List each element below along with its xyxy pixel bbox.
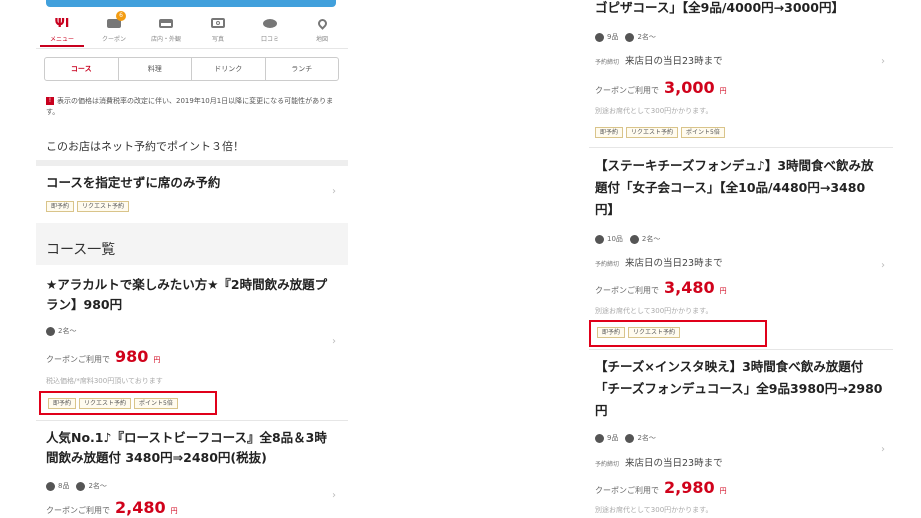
dish-icon — [46, 481, 55, 491]
course-price: 980 — [115, 347, 149, 366]
tag-instant: 即予約 — [595, 127, 624, 138]
course-title: ★アラカルトで楽しみたい方★『2時間飲み放題プラン】980円 — [46, 277, 328, 312]
row-divider — [36, 420, 348, 421]
coupon-label: クーポンご利用で — [595, 286, 659, 295]
menu-tabs: コース 料理 ドリンク ランチ — [44, 57, 339, 81]
nav-reviews[interactable]: 口コミ — [244, 14, 296, 46]
nav-map[interactable]: 地図 — [296, 14, 348, 46]
category-nav: ΨΙ メニュー 6 クーポン 店内・外観 写真 口コミ 地図 — [36, 11, 348, 47]
person-icon — [46, 326, 55, 336]
course-price: 2,480 — [115, 498, 166, 517]
top-blue-bar[interactable] — [46, 0, 336, 7]
nav-interior-label: 店内・外観 — [150, 36, 181, 43]
coupon-count-badge: 6 — [116, 11, 126, 21]
course-title: 【ステーキチーズフォンデュ♪】3時間食べ飲み放題付「女子会コース」【全10品/4… — [595, 158, 874, 217]
nav-reviews-label: 口コミ — [260, 36, 279, 43]
chevron-right-icon: › — [881, 260, 885, 271]
camera-icon — [211, 18, 225, 28]
highlight-box — [589, 320, 767, 347]
row-divider — [589, 147, 893, 148]
course-note: 別途お席代として300円かかります。 — [595, 107, 713, 115]
row-divider — [589, 349, 893, 350]
chevron-right-icon: › — [881, 56, 885, 67]
tax-notice: ! 表示の価格は消費税率の改定に伴い、2019年10月1日以降に変更になる可能性が… — [46, 96, 341, 118]
person-icon — [76, 481, 86, 491]
nav-divider — [36, 48, 348, 49]
yen-label: 円 — [153, 356, 161, 364]
course-price: 2,980 — [664, 478, 715, 497]
coupon-label: クーポンご利用で — [595, 486, 659, 495]
deadline-label: 予約締切 — [595, 59, 620, 66]
deadline-value: 来店日の当日23時まで — [625, 258, 723, 269]
course-title: 人気No.1♪『ローストビーフコース』全8品＆3時間飲み放題付 3480円⇒24… — [46, 430, 327, 465]
course-people: 2名〜 — [637, 33, 656, 41]
course-items: 9品 — [607, 434, 619, 442]
sofa-icon — [159, 18, 173, 28]
seat-only-title: コースを指定せずに席のみ予約 — [46, 175, 221, 190]
chevron-right-icon: › — [332, 490, 336, 501]
comment-icon — [263, 18, 277, 28]
course-people: 2名〜 — [88, 482, 107, 490]
dish-icon — [595, 234, 604, 244]
course-items: 9品 — [607, 33, 619, 41]
point-message: このお店はネット予約でポイント３倍！ — [46, 140, 244, 153]
chevron-right-icon: › — [332, 186, 336, 197]
yen-label: 円 — [170, 507, 178, 515]
dish-icon — [595, 32, 604, 42]
yen-label: 円 — [719, 87, 727, 95]
dish-icon — [595, 433, 604, 443]
chevron-right-icon: › — [881, 444, 885, 455]
nav-map-label: 地図 — [315, 36, 328, 43]
course-people: 2名〜 — [637, 434, 656, 442]
deadline-value: 来店日の当日23時まで — [625, 56, 723, 67]
person-icon — [625, 433, 635, 443]
course-items: 10品 — [607, 235, 623, 243]
tag-request: リクエスト予約 — [626, 127, 679, 138]
tab-course[interactable]: コース — [45, 58, 118, 80]
tab-food[interactable]: 料理 — [117, 58, 192, 80]
nav-interior[interactable]: 店内・外観 — [140, 14, 192, 46]
person-icon — [629, 234, 639, 244]
deadline-label: 予約締切 — [595, 261, 620, 268]
tab-lunch[interactable]: ランチ — [264, 58, 339, 80]
nav-menu-label: メニュー — [49, 36, 74, 43]
person-icon — [625, 32, 635, 42]
nav-photo[interactable]: 写真 — [192, 14, 244, 46]
yen-label: 円 — [719, 487, 727, 495]
course-title: 【チーズ×インスタ映え】3時間食べ飲み放題付「チーズフォンデュコース」全9品39… — [595, 359, 883, 418]
tag-instant: 即予約 — [46, 201, 75, 212]
course-list-heading: コース一覧 — [46, 242, 116, 258]
nav-coupon-label: クーポン — [101, 36, 126, 43]
yen-label: 円 — [719, 287, 727, 295]
nav-menu[interactable]: ΨΙ メニュー — [36, 14, 88, 47]
tab-drink[interactable]: ドリンク — [191, 58, 265, 80]
nav-photo-label: 写真 — [211, 36, 224, 43]
tag-request: リクエスト予約 — [77, 201, 130, 212]
course-note: 別途お席代として300円かかります。 — [595, 307, 713, 315]
course-note: 別途お席代として300円かかります。 — [595, 506, 713, 514]
coupon-label: クーポンご利用で — [46, 355, 110, 364]
course-note: 税込価格/*席料300円頂いております — [46, 377, 163, 385]
course-price: 3,480 — [664, 278, 715, 297]
nav-coupon[interactable]: 6 クーポン — [88, 11, 140, 46]
alert-icon: ! — [46, 97, 54, 105]
course-people: 2名〜 — [58, 327, 77, 335]
left-screenshot: ΨΙ メニュー 6 クーポン 店内・外観 写真 口コミ 地図 コース 料理 ドリ… — [36, 0, 348, 518]
section-gap — [36, 160, 348, 166]
deadline-label: 予約締切 — [595, 461, 620, 468]
course-title: ゴピザコース」【全9品/4000円→3000円】 — [595, 0, 844, 15]
deadline-value: 来店日の当日23時まで — [625, 458, 723, 469]
course-items: 8品 — [58, 482, 70, 490]
highlight-box — [39, 391, 217, 415]
tax-notice-text: 表示の価格は消費税率の改定に伴い、2019年10月1日以降に変更になる可能性があ… — [46, 97, 334, 116]
chevron-right-icon: › — [332, 336, 336, 347]
tag-points: ポイント5倍 — [681, 127, 725, 138]
fork-knife-icon: ΨΙ — [54, 16, 70, 30]
coupon-label: クーポンご利用で — [595, 86, 659, 95]
map-pin-icon — [315, 16, 329, 30]
right-screenshot: ゴピザコース」【全9品/4000円→3000円】 9品 2名〜 予約締切 来店日… — [589, 0, 893, 518]
coupon-label: クーポンご利用で — [46, 506, 110, 515]
course-price: 3,000 — [664, 78, 715, 97]
course-people: 2名〜 — [641, 235, 661, 243]
